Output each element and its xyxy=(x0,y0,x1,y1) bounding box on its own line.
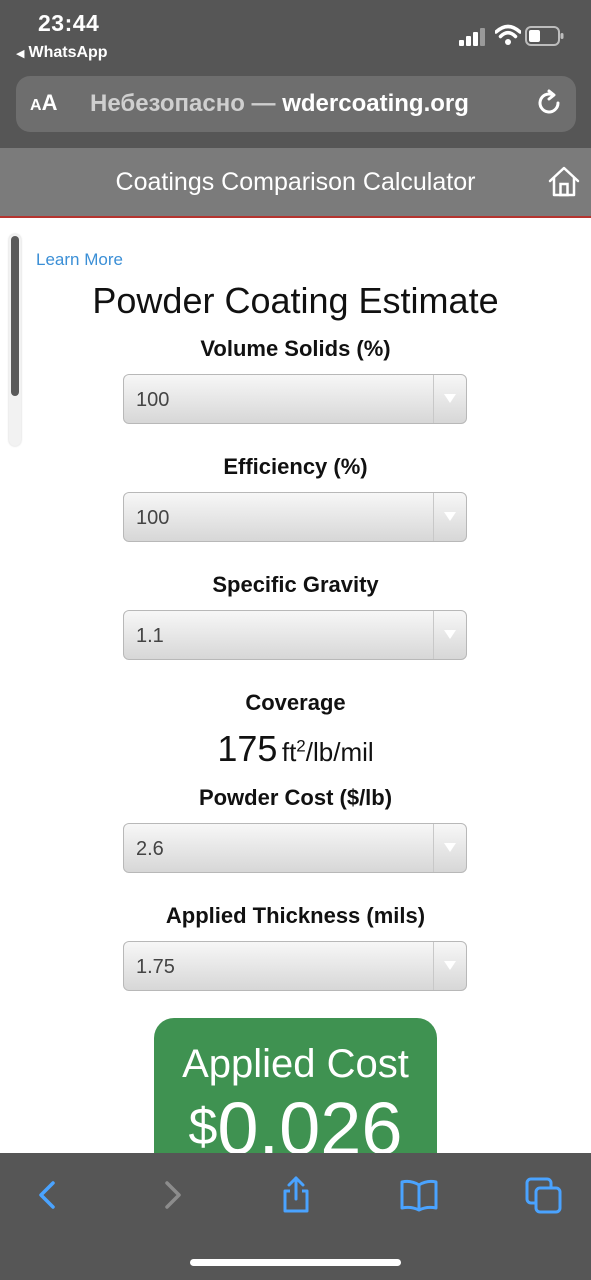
address-bar[interactable]: AA Небезопасно — wdercoating.org xyxy=(16,76,576,132)
share-icon[interactable] xyxy=(276,1175,316,1215)
page-header: Coatings Comparison Calculator xyxy=(0,148,591,218)
home-icon[interactable] xyxy=(547,164,581,198)
home-indicator[interactable] xyxy=(190,1259,401,1266)
dropdown-arrow-icon xyxy=(444,512,456,521)
applied-thickness-label: Applied Thickness (mils) xyxy=(165,903,426,928)
wifi-icon xyxy=(495,24,521,45)
specific-gravity-select[interactable]: 1.1 xyxy=(123,610,467,660)
efficiency-value: 100 xyxy=(136,507,170,529)
forward-icon[interactable] xyxy=(152,1175,192,1215)
powder-cost-label: Powder Cost ($/lb) xyxy=(198,785,393,810)
back-icon[interactable] xyxy=(28,1175,68,1215)
tabs-icon[interactable] xyxy=(524,1175,564,1215)
efficiency-label: Efficiency (%) xyxy=(223,454,368,479)
applied-thickness-select[interactable]: 1.75 xyxy=(123,941,467,991)
battery-icon xyxy=(525,26,564,46)
bookmarks-icon[interactable] xyxy=(399,1175,439,1215)
specific-gravity-value: 1.1 xyxy=(136,625,164,647)
back-app-label: WhatsApp xyxy=(28,44,108,61)
clock: 23:44 xyxy=(38,10,100,36)
dropdown-arrow-icon xyxy=(444,394,456,403)
status-icons xyxy=(459,24,569,48)
specific-gravity-label: Specific Gravity xyxy=(212,572,379,597)
coverage-value: 175 ft2/lb/mil xyxy=(217,728,374,769)
dropdown-arrow-icon xyxy=(444,961,456,970)
volume-solids-value: 100 xyxy=(136,389,170,411)
powder-cost-select[interactable]: 2.6 xyxy=(123,823,467,873)
volume-solids-label: Volume Solids (%) xyxy=(200,336,391,361)
applied-cost-label: Applied Cost xyxy=(182,1042,409,1086)
reload-icon[interactable] xyxy=(534,88,564,118)
powder-cost-value: 2.6 xyxy=(136,838,164,860)
coverage-label: Coverage xyxy=(245,690,346,715)
url-host: wdercoating.org xyxy=(282,90,469,117)
applied-thickness-value: 1.75 xyxy=(136,956,175,978)
efficiency-select[interactable]: 100 xyxy=(123,492,467,542)
back-triangle-icon: ◀ xyxy=(16,48,25,60)
insecure-label: Небезопасно — xyxy=(90,90,283,117)
back-to-app-link[interactable]: ◀ WhatsApp xyxy=(16,44,108,62)
volume-solids-select[interactable]: 100 xyxy=(123,374,467,424)
learn-more-link[interactable]: Learn More xyxy=(36,250,123,270)
cellular-signal-icon xyxy=(459,28,485,46)
page-header-title: Coatings Comparison Calculator xyxy=(115,168,476,196)
text-size-button[interactable]: AA xyxy=(30,90,57,116)
dropdown-arrow-icon xyxy=(444,630,456,639)
url-text[interactable]: Небезопасно — wdercoating.org xyxy=(90,90,469,118)
dropdown-arrow-icon xyxy=(444,843,456,852)
status-bar: 23:44 ◀ WhatsApp AA Небезопасно — wdercoa… xyxy=(0,0,591,148)
estimate-title: Powder Coating Estimate xyxy=(92,280,499,321)
